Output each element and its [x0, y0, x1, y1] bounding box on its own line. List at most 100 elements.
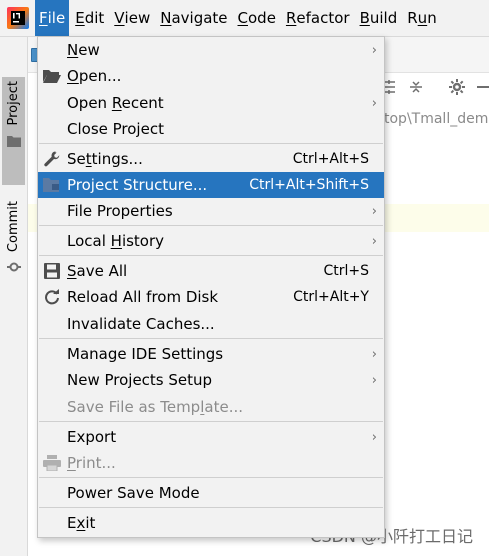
menu-item-new-label-post: ew	[78, 41, 100, 59]
menu-file[interactable]: File	[35, 0, 70, 36]
menu-item-invalidate-caches[interactable]: Invalidate Caches...	[38, 311, 384, 337]
menu-code-label: ode	[248, 9, 276, 27]
menu-item-print[interactable]: Print...	[38, 450, 384, 476]
menu-run-mnemonic: u	[417, 9, 428, 27]
menu-item-manage-ide-settings[interactable]: Manage IDE Settings ›	[38, 341, 384, 367]
menu-item-save-file-as-template-label-post: ate...	[204, 398, 243, 416]
menu-item-new-projects-setup-label: New Projects Setup	[67, 371, 213, 389]
hide-panel-icon[interactable]	[475, 78, 489, 96]
menu-build[interactable]: Build	[356, 0, 402, 36]
menu-item-settings[interactable]: Settings... Ctrl+Alt+S	[38, 146, 384, 172]
menu-file-label: ile	[47, 9, 66, 27]
save-disk-icon	[43, 262, 61, 280]
menu-item-print-label: Print...	[67, 454, 116, 472]
menu-item-print-label-post: rint...	[75, 454, 116, 472]
project-tool-tab[interactable]: Project	[2, 77, 25, 185]
chevron-right-icon: ›	[371, 372, 377, 388]
menu-separator	[39, 507, 383, 508]
menu-navigate[interactable]: Navigate	[156, 0, 231, 36]
folder-icon	[6, 133, 21, 151]
open-folder-icon	[43, 67, 61, 85]
menu-item-save-file-as-template-label: Save File as Template...	[67, 398, 243, 416]
menu-item-open-recent[interactable]: Open Recent ›	[38, 90, 384, 116]
chevron-right-icon: ›	[371, 429, 377, 445]
menu-item-save-file-as-template[interactable]: Save File as Template...	[38, 394, 384, 420]
menu-item-open-label: Open...	[67, 67, 121, 85]
menu-item-new[interactable]: New ›	[38, 37, 384, 63]
gear-icon[interactable]	[448, 78, 466, 96]
printer-icon	[43, 454, 61, 472]
menu-item-open-recent-label-post: ecent	[121, 94, 164, 112]
menu-separator	[39, 143, 383, 144]
menu-item-new-mnemonic: N	[67, 41, 79, 59]
menu-item-project-structure[interactable]: Project Structure... Ctrl+Alt+Shift+S	[38, 172, 384, 198]
commit-icon	[6, 260, 21, 278]
project-tab-label: Project	[6, 81, 21, 126]
menu-item-settings-shortcut: Ctrl+Alt+S	[292, 151, 369, 167]
commit-tab-label: Commit	[6, 201, 21, 253]
intellij-logo-icon[interactable]	[7, 7, 29, 29]
menu-item-export[interactable]: Export ›	[38, 424, 384, 450]
menu-item-exit-label: Exit	[67, 514, 95, 532]
menu-separator	[39, 338, 383, 339]
chevron-right-icon: ›	[371, 233, 377, 249]
menu-view-mnemonic: V	[114, 9, 125, 27]
menu-run-label-pre: R	[407, 9, 418, 27]
menu-item-save-all-label: Save All	[67, 262, 127, 280]
menu-item-save-all-shortcut: Ctrl+S	[323, 263, 369, 279]
commit-tool-tab[interactable]: Commit	[2, 197, 25, 287]
menu-item-open-mnemonic: O	[67, 67, 79, 85]
menu-item-power-save-mode[interactable]: Power Save Mode	[38, 480, 384, 506]
wrench-icon	[43, 150, 61, 168]
chevron-right-icon: ›	[371, 203, 377, 219]
file-menu-dropdown: New › Open... Open Recent › Close Projec…	[37, 36, 385, 538]
menu-item-project-structure-label: Project Structure...	[67, 176, 208, 194]
menu-item-settings-label-post: tings...	[91, 150, 143, 168]
menu-item-save-all[interactable]: Save All Ctrl+S	[38, 258, 384, 284]
menu-item-local-history-label-pre: Local	[67, 232, 111, 250]
menu-navigate-mnemonic: N	[160, 9, 172, 27]
menu-edit-label: dit	[84, 9, 105, 27]
menu-refactor-mnemonic: R	[285, 9, 297, 27]
menu-view-label: iew	[124, 9, 151, 27]
menu-edit-mnemonic: E	[75, 9, 85, 27]
menu-item-save-file-as-template-label-pre: Save File as Temp	[67, 398, 201, 416]
menu-item-exit-label-post: it	[85, 514, 96, 532]
collapse-all-icon[interactable]	[407, 78, 425, 96]
menu-item-open[interactable]: Open...	[38, 63, 384, 89]
project-path-text: top\Tmall_dem	[384, 111, 489, 127]
menu-item-close-project-label: Close Project	[67, 120, 164, 138]
menu-item-file-properties[interactable]: File Properties ›	[38, 198, 384, 224]
menu-separator	[39, 225, 383, 226]
menu-item-close-project[interactable]: Close Project	[38, 116, 384, 142]
menu-item-print-mnemonic: P	[67, 454, 76, 472]
menu-item-local-history[interactable]: Local History ›	[38, 228, 384, 254]
menu-item-open-recent-label: Open Recent	[67, 94, 164, 112]
menu-item-project-structure-shortcut: Ctrl+Alt+Shift+S	[249, 177, 369, 193]
menu-refactor-label: efactor	[296, 9, 350, 27]
menu-run[interactable]: Run	[403, 0, 440, 36]
menu-item-file-properties-label: File Properties	[67, 202, 173, 220]
left-tool-stripe: Project Commit	[0, 37, 28, 556]
menu-view[interactable]: View	[110, 0, 154, 36]
menu-item-reload-all[interactable]: Reload All from Disk Ctrl+Alt+Y	[38, 284, 384, 310]
menu-item-settings-label-pre: Se	[67, 150, 86, 168]
menu-code-mnemonic: C	[237, 9, 248, 27]
menu-item-open-recent-label-pre: Open	[67, 94, 112, 112]
menu-edit[interactable]: Edit	[71, 0, 108, 36]
menu-separator	[39, 477, 383, 478]
menu-item-settings-label: Settings...	[67, 150, 143, 168]
menu-item-reload-all-label: Reload All from Disk	[67, 288, 219, 306]
menu-item-save-all-label-post: ave All	[76, 262, 128, 280]
menu-code[interactable]: Code	[234, 0, 280, 36]
menu-item-exit[interactable]: Exit	[38, 510, 384, 536]
reload-icon	[43, 288, 61, 306]
menu-item-save-all-mnemonic: S	[67, 262, 77, 280]
menu-separator	[39, 255, 383, 256]
menu-refactor[interactable]: Refactor	[282, 0, 354, 36]
menu-build-label: uild	[369, 9, 398, 27]
menu-item-reload-all-shortcut: Ctrl+Alt+Y	[293, 289, 369, 305]
menu-item-new-projects-setup[interactable]: New Projects Setup ›	[38, 367, 384, 393]
menu-build-mnemonic: B	[359, 9, 370, 27]
menu-item-local-history-mnemonic: H	[110, 232, 122, 250]
